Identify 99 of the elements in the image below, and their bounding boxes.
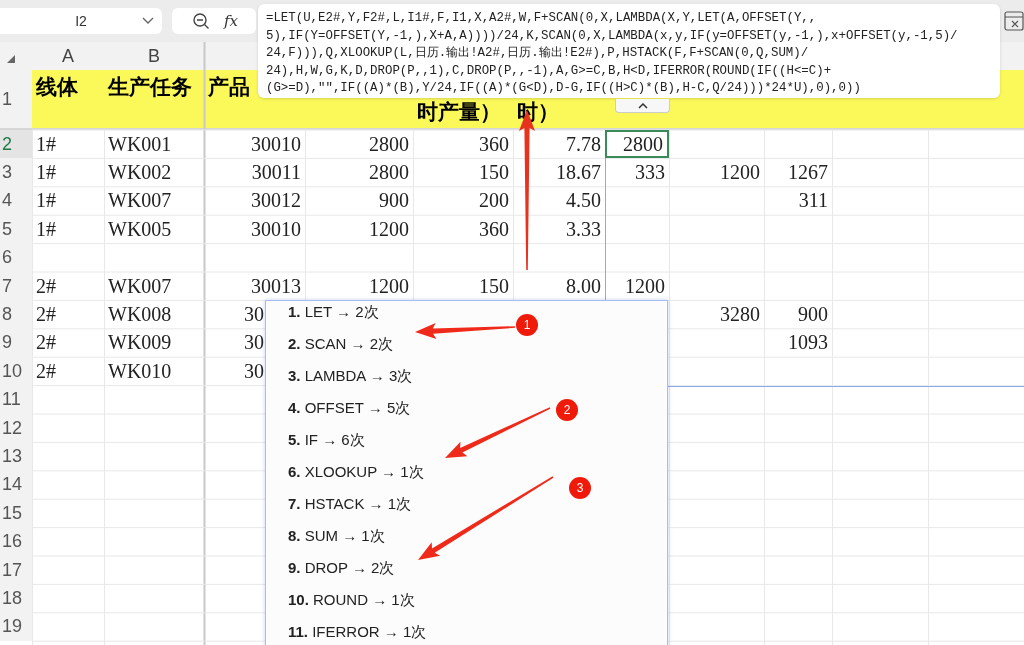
table-cell: 30012	[251, 189, 301, 213]
table-cell: 333	[635, 161, 665, 185]
select-all-icon[interactable]	[6, 54, 16, 64]
row-header[interactable]: 2	[0, 130, 32, 159]
row-header[interactable]: 9	[0, 328, 32, 358]
table-cell: 200	[479, 189, 509, 213]
formula-line: =LET(U,E2#,Y,F2#,L,I1#,F,I1,X,A2#,W,F+SCAN(0,X,LAMBDA(X,Y,LET(A,OFFSET(Y,,	[266, 10, 817, 27]
header-cell-text: 时产量）	[417, 99, 501, 126]
table-cell: WK001	[108, 132, 172, 156]
row-header[interactable]: 11	[0, 385, 32, 414]
table-cell: WK009	[108, 331, 172, 355]
collapse-button[interactable]	[615, 99, 670, 113]
table-cell: 30013	[251, 274, 301, 298]
row-header[interactable]: 6	[0, 243, 32, 272]
table-cell: 1#	[36, 189, 56, 213]
table-cell: WK007	[108, 274, 172, 298]
header-cell-text: 线体	[36, 74, 78, 101]
function-list-item[interactable]: 9. DROP → 2次	[288, 557, 395, 579]
function-list-item[interactable]: 8. SUM → 1次	[288, 525, 385, 547]
formula-line: 24,F))),Q,XLOOKUP(L,日历.输出!A2#,日历.输出!E2#),P,HSTACK(F,F+SCAN(0,Q,SUM)/	[266, 45, 809, 62]
table-cell: WK010	[108, 359, 172, 383]
formula-editor[interactable]	[258, 4, 1000, 98]
table-cell: WK005	[108, 217, 172, 241]
formula-line: 5),IF(Y=OFFSET(Y,-1,),X+A,A))))/24,K,SCAN(0,X,LAMBDA(x,y,IF(y=OFFSET(y,-1,),x+OFFSET(y,-1,5)/	[266, 27, 958, 45]
function-list-item[interactable]: 3. LAMBDA → 3次	[288, 365, 413, 387]
table-cell: 900	[798, 303, 828, 327]
function-list-item[interactable]: 11. IFERROR → 1次	[288, 621, 427, 643]
table-cell: 30	[244, 303, 264, 327]
row-header[interactable]: 19	[0, 612, 32, 642]
row-header[interactable]: 12	[0, 413, 32, 443]
function-list-item[interactable]: 6. XLOOKUP → 1次	[288, 461, 424, 483]
column-header[interactable]: B	[148, 45, 160, 67]
table-cell: 2#	[36, 303, 56, 327]
header-cell-text: 产品	[208, 74, 250, 101]
table-cell: 30010	[251, 132, 301, 156]
row-header[interactable]: 7	[0, 271, 32, 301]
function-list-item[interactable]: 1. LET → 2次	[288, 301, 379, 323]
table-cell: WK007	[108, 189, 172, 213]
row-header[interactable]: 10	[0, 357, 32, 386]
row-header[interactable]: 16	[0, 527, 32, 556]
table-cell: 1093	[788, 331, 828, 355]
table-cell: WK002	[108, 161, 172, 185]
table-cell: 2800	[369, 161, 409, 185]
row-header[interactable]: 1	[0, 70, 32, 128]
function-list-item[interactable]: 4. OFFSET → 5次	[288, 397, 411, 419]
row-header[interactable]: 15	[0, 499, 32, 528]
function-list-item[interactable]: 5. IF → 6次	[288, 429, 365, 451]
table-cell: 1#	[36, 161, 56, 185]
formula-line: 24),H,W,G,K,D,DROP(P,,1),C,DROP(P,,-1),A,G>=C,B,H<D,IFERROR(ROUND(IF((H<=C)+	[266, 62, 832, 80]
table-cell: 1200	[720, 161, 760, 185]
table-cell: 30011	[251, 161, 301, 185]
table-cell: 311	[798, 189, 828, 213]
formula-panel-icon[interactable]	[1004, 10, 1024, 32]
table-cell: 360	[479, 217, 509, 241]
table-cell: 1200	[369, 274, 409, 298]
table-cell: 18.67	[556, 161, 601, 185]
table-cell: 150	[479, 161, 509, 185]
table-cell: 1#	[36, 217, 56, 241]
table-cell: 3.33	[566, 217, 601, 241]
table-cell: 7.78	[566, 132, 601, 156]
chevron-down-icon[interactable]	[142, 17, 154, 25]
row-header[interactable]: 3	[0, 158, 32, 187]
row-header[interactable]: 17	[0, 555, 32, 585]
function-list-item[interactable]: 7. HSTACK → 1次	[288, 493, 412, 515]
row-header[interactable]: 5	[0, 215, 32, 244]
row-header[interactable]: 13	[0, 442, 32, 471]
row-header[interactable]: 4	[0, 186, 32, 216]
header-cell-text: 时）	[517, 99, 559, 126]
table-cell: WK008	[108, 303, 172, 327]
table-cell: 30	[244, 359, 264, 383]
table-cell: 2#	[36, 274, 56, 298]
row-header[interactable]: 14	[0, 470, 32, 500]
table-cell: 2#	[36, 359, 56, 383]
caret-up-icon	[637, 102, 648, 109]
zoom-out-icon[interactable]	[192, 12, 210, 30]
header-cell-text: 生产任务	[108, 74, 192, 101]
function-list-item[interactable]: 2. SCAN → 2次	[288, 333, 394, 355]
table-cell: 2#	[36, 331, 56, 355]
table-cell: 1200	[369, 217, 409, 241]
active-cell[interactable]: 2800	[605, 130, 669, 159]
formula-line: (G>=D),"",IF((A)*(B),Y/24,IF((A)*(G<D),D-G,IF((H>C)*(B),H-C,Q/24)))*24*U),0),0))	[266, 80, 861, 97]
table-cell: 360	[479, 132, 509, 156]
table-cell: 2800	[369, 132, 409, 156]
function-list-item[interactable]: 10. ROUND → 1次	[288, 589, 415, 611]
table-cell: 1200	[625, 274, 665, 298]
table-cell: 1#	[36, 132, 56, 156]
name-box[interactable]: I2	[0, 8, 162, 34]
table-cell: 8.00	[566, 274, 601, 298]
table-cell: 30010	[251, 217, 301, 241]
fx-label[interactable]: fx	[224, 12, 238, 30]
table-cell: 1267	[788, 161, 828, 185]
table-cell: 150	[479, 274, 509, 298]
table-cell: 3280	[720, 303, 760, 327]
row-header[interactable]: 8	[0, 300, 32, 329]
table-cell: 30	[244, 331, 264, 355]
column-header[interactable]: A	[62, 45, 74, 67]
row-header[interactable]: 18	[0, 584, 32, 613]
table-cell: 900	[379, 189, 409, 213]
table-cell: 4.50	[566, 189, 601, 213]
